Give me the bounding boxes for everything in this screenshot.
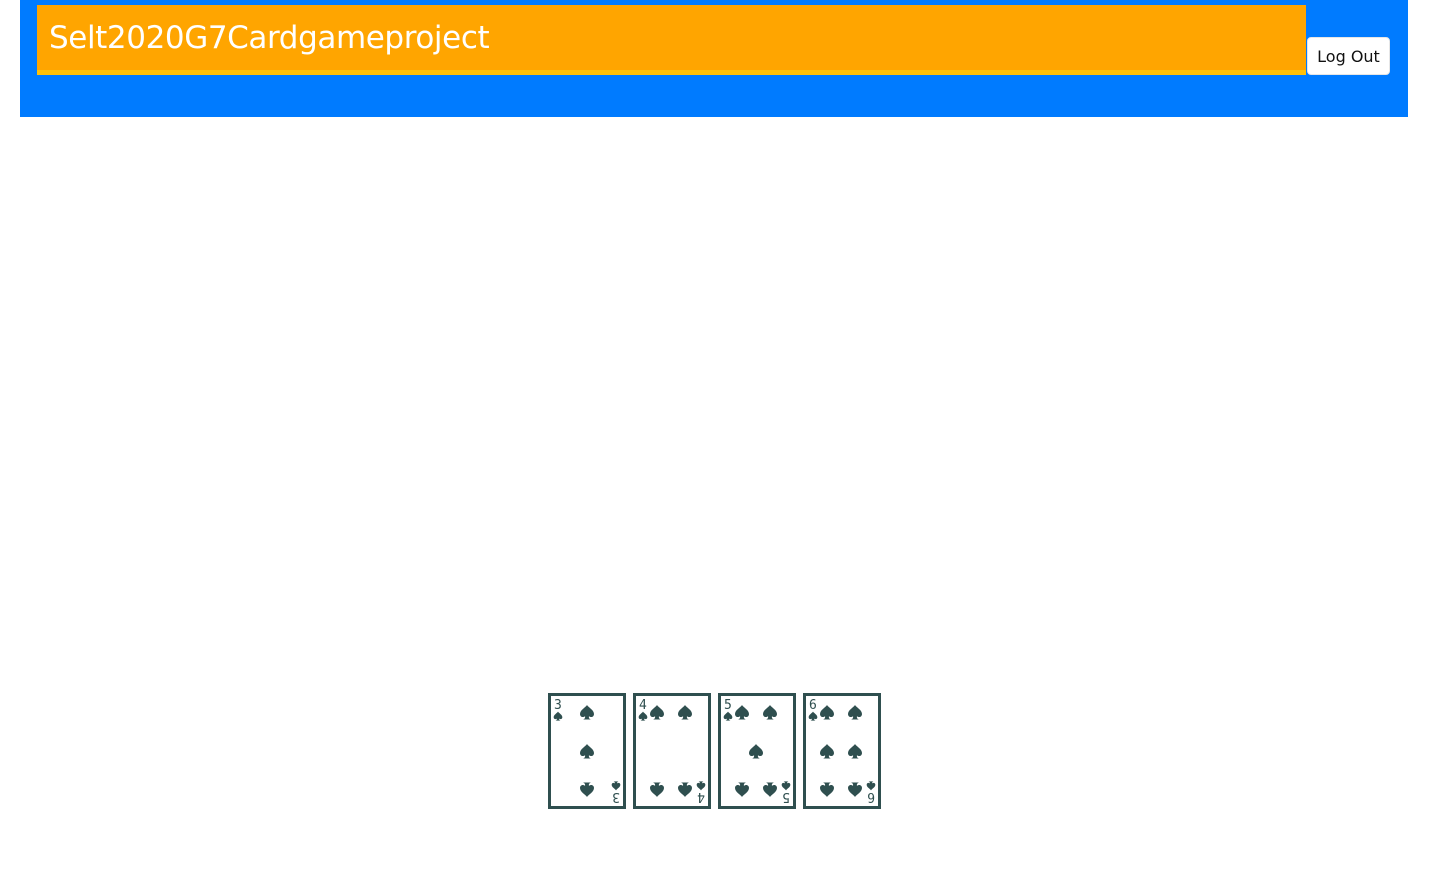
card-rank-bottom: 5 [782,789,790,804]
card-4-of-spades[interactable]: 44 [633,693,711,809]
card-rank-top: 6 [809,698,817,713]
card-rank-top: 5 [724,698,732,713]
logout-button[interactable]: Log Out [1307,37,1390,75]
card-rank-top: 4 [639,698,647,713]
title-bar: Selt2020G7Cardgameproject [37,5,1306,75]
card-3-of-spades[interactable]: 33 [548,693,626,809]
card-6-of-spades[interactable]: 66 [803,693,881,809]
card-5-of-spades[interactable]: 55 [718,693,796,809]
card-rank-top: 3 [554,698,562,713]
player-hand: 33445566 [548,693,881,809]
app-title: Selt2020G7Cardgameproject [49,20,490,56]
card-rank-bottom: 3 [612,789,620,804]
app-header: Selt2020G7Cardgameproject Log Out [20,0,1408,117]
card-rank-bottom: 6 [867,789,875,804]
card-rank-bottom: 4 [697,789,705,804]
